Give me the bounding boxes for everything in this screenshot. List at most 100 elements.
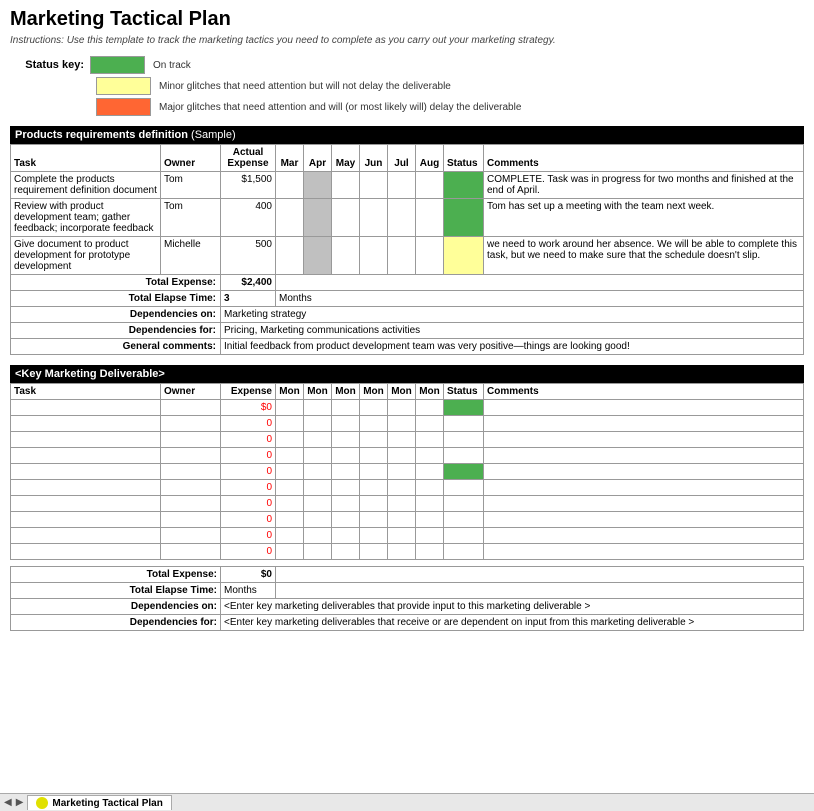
month-cell xyxy=(276,496,304,512)
owner-cell xyxy=(161,512,221,528)
month-cell xyxy=(332,512,360,528)
owner-cell xyxy=(161,480,221,496)
table-row: 0 xyxy=(11,416,804,432)
month-cell xyxy=(360,496,388,512)
table-row: Complete the products requirement defini… xyxy=(11,172,804,199)
month-cell xyxy=(388,480,416,496)
month-cell xyxy=(276,512,304,528)
s2-dep-on-row: Dependencies on: <Enter key marketing de… xyxy=(11,599,804,615)
status-row-orange: Major glitches that need attention and w… xyxy=(10,98,804,116)
th-comments1: Comments xyxy=(484,145,804,172)
tab-icon xyxy=(36,797,48,809)
tab-prev-arrow[interactable]: ◀ xyxy=(4,797,12,808)
month-cell xyxy=(332,237,360,275)
expense-cell: 0 xyxy=(221,528,276,544)
expense-cell: 0 xyxy=(221,512,276,528)
s2-total-elapse-unit: Months xyxy=(221,583,276,599)
month-cell xyxy=(276,237,304,275)
owner-cell: Michelle xyxy=(161,237,221,275)
month-cell xyxy=(332,432,360,448)
month-cell xyxy=(276,448,304,464)
month-cell xyxy=(304,512,332,528)
month-cell xyxy=(388,528,416,544)
section2-table-wrapper: Task Owner Expense Mon Mon Mon Mon Mon M… xyxy=(10,383,804,560)
month-cell xyxy=(304,496,332,512)
summary-row-dep-on: Dependencies on: Marketing strategy xyxy=(11,307,804,323)
owner-cell xyxy=(161,448,221,464)
sheet-tab[interactable]: Marketing Tactical Plan xyxy=(27,795,171,810)
comments-cell xyxy=(484,496,804,512)
table-row: 0 xyxy=(11,464,804,480)
owner-cell xyxy=(161,416,221,432)
month-cell xyxy=(304,528,332,544)
month-cell xyxy=(416,432,444,448)
th-owner2: Owner xyxy=(161,384,221,400)
th-apr: Apr xyxy=(304,145,332,172)
month-cell xyxy=(276,432,304,448)
s2-total-elapse-label: Total Elapse Time: xyxy=(11,583,221,599)
status-orange-desc: Major glitches that need attention and w… xyxy=(159,102,521,113)
section2-body: $0 0 0 xyxy=(11,400,804,560)
gen-comments-value: Initial feedback from product developmen… xyxy=(221,339,804,355)
month-cell xyxy=(276,480,304,496)
summary-spacer xyxy=(276,275,804,291)
month-cell xyxy=(416,544,444,560)
month-cell xyxy=(416,172,444,199)
month-cell xyxy=(388,172,416,199)
tab-next-arrow[interactable]: ▶ xyxy=(16,797,24,808)
task-cell xyxy=(11,416,161,432)
expense-cell: 0 xyxy=(221,544,276,560)
task-cell: Give document to product development for… xyxy=(11,237,161,275)
owner-cell xyxy=(161,432,221,448)
expense-cell: 500 xyxy=(221,237,276,275)
th-status2: Status xyxy=(444,384,484,400)
s2-dep-on-label: Dependencies on: xyxy=(11,599,221,615)
s2-total-expense-row: Total Expense: $0 xyxy=(11,567,804,583)
summary-row-expense: Total Expense: $2,400 xyxy=(11,275,804,291)
month-cell xyxy=(388,496,416,512)
comments-cell xyxy=(484,512,804,528)
s2-total-expense-value: $0 xyxy=(221,567,276,583)
th-mon3: Mon xyxy=(332,384,360,400)
month-cell xyxy=(416,512,444,528)
month-cell xyxy=(416,237,444,275)
table-row: 0 xyxy=(11,512,804,528)
month-cell xyxy=(360,199,388,237)
month-cell xyxy=(276,464,304,480)
month-cell xyxy=(388,544,416,560)
month-cell xyxy=(360,528,388,544)
th-may: May xyxy=(332,145,360,172)
total-expense-label: Total Expense: xyxy=(11,275,221,291)
owner-cell xyxy=(161,544,221,560)
owner-cell xyxy=(161,464,221,480)
table-row: Give document to product development for… xyxy=(11,237,804,275)
month-cell xyxy=(332,400,360,416)
expense-cell: 0 xyxy=(221,448,276,464)
section2-header: <Key Marketing Deliverable> xyxy=(10,365,804,383)
month-cell-gray xyxy=(304,172,332,199)
page-title: Marketing Tactical Plan xyxy=(10,8,804,31)
month-cell xyxy=(304,480,332,496)
month-cell-gray xyxy=(304,237,332,275)
task-cell xyxy=(11,480,161,496)
s2-dep-on-value: <Enter key marketing deliverables that p… xyxy=(221,599,804,615)
th-aug: Aug xyxy=(416,145,444,172)
month-cell xyxy=(416,464,444,480)
th-comments2: Comments xyxy=(484,384,804,400)
th-task2: Task xyxy=(11,384,161,400)
month-cell xyxy=(360,400,388,416)
month-cell xyxy=(332,464,360,480)
month-cell xyxy=(332,448,360,464)
owner-cell: Tom xyxy=(161,172,221,199)
section2-summary-table: Total Expense: $0 Total Elapse Time: Mon… xyxy=(10,566,804,631)
status-cell xyxy=(444,416,484,432)
status-cell xyxy=(444,528,484,544)
expense-cell: 0 xyxy=(221,432,276,448)
section1-table: Task Owner ActualExpense Mar Apr May Jun… xyxy=(10,144,804,355)
section1-sample: (Sample) xyxy=(191,129,236,141)
table-row: 0 xyxy=(11,528,804,544)
status-green-box xyxy=(90,56,145,74)
month-cell xyxy=(276,172,304,199)
month-cell xyxy=(332,496,360,512)
month-cell xyxy=(416,199,444,237)
